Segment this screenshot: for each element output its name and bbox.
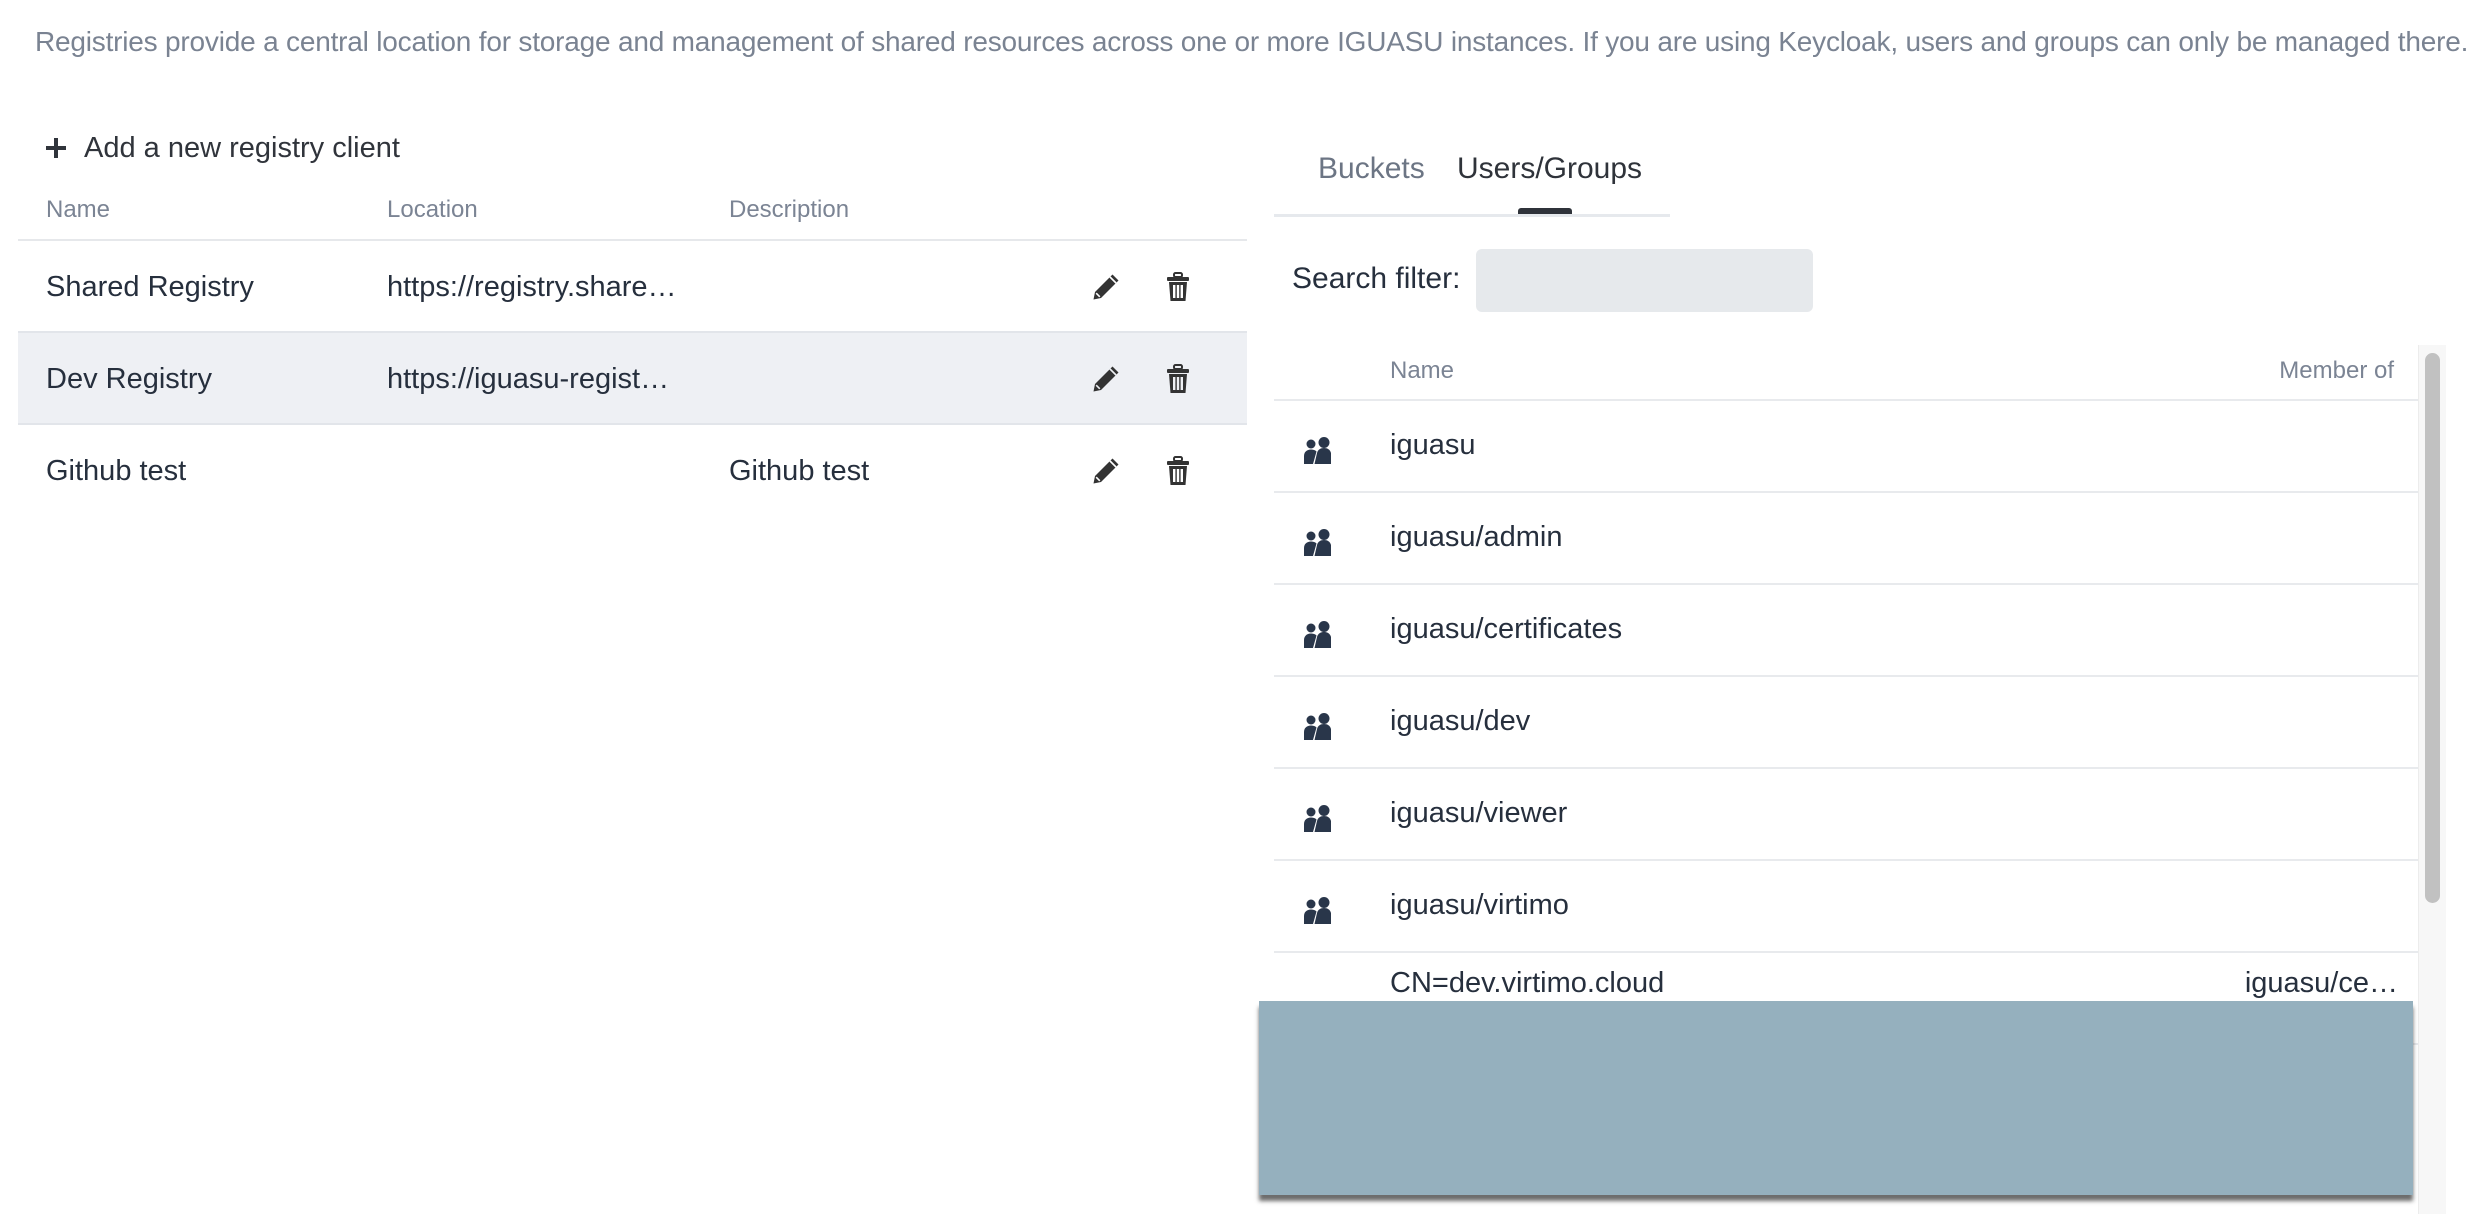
pencil-icon xyxy=(1093,274,1119,300)
pencil-icon xyxy=(1093,458,1119,484)
tab-users-groups[interactable]: Users/Groups xyxy=(1457,152,1642,186)
edit-registry-button[interactable] xyxy=(1090,455,1122,487)
add-registry-client-button[interactable]: Add a new registry client xyxy=(40,127,400,169)
group-name: iguasu xyxy=(1390,429,1476,461)
group-icon xyxy=(1302,804,1334,832)
group-icon xyxy=(1302,436,1334,464)
search-filter-input[interactable] xyxy=(1476,249,1813,312)
registry-table-header: Name Location Description xyxy=(18,192,1247,241)
intro-description: Registries provide a central location fo… xyxy=(35,26,2469,57)
registry-name: Dev Registry xyxy=(46,363,212,395)
column-header-name[interactable]: Name xyxy=(1390,357,1454,385)
group-icon xyxy=(1302,896,1334,924)
search-filter-label: Search filter: xyxy=(1292,262,1461,295)
column-header-location[interactable]: Location xyxy=(387,196,478,224)
users-table-header: Name Member of xyxy=(1274,349,2418,401)
group-icon xyxy=(1302,528,1334,556)
group-name: iguasu/dev xyxy=(1390,705,1531,737)
column-header-description[interactable]: Description xyxy=(729,196,849,224)
delete-registry-button[interactable] xyxy=(1162,455,1194,487)
redacted-overlay-panel xyxy=(1259,1001,2413,1195)
registry-name: Shared Registry xyxy=(46,271,254,303)
registry-location: https://iguasu-registr… xyxy=(387,363,677,395)
registry-description: Github test xyxy=(729,455,870,487)
group-icon xyxy=(1302,712,1334,740)
plus-icon xyxy=(40,133,70,163)
registry-row[interactable]: Github test Github test xyxy=(18,425,1247,517)
group-name: iguasu/admin xyxy=(1390,521,1563,553)
column-header-name[interactable]: Name xyxy=(46,196,110,224)
pencil-icon xyxy=(1093,366,1119,392)
column-header-member-of[interactable]: Member of xyxy=(2279,357,2394,385)
group-name: iguasu/certificates xyxy=(1390,613,1623,645)
registry-name: Github test xyxy=(46,455,187,487)
group-name: iguasu/virtimo xyxy=(1390,889,1569,921)
add-registry-client-label: Add a new registry client xyxy=(84,131,400,164)
tab-buckets[interactable]: Buckets xyxy=(1318,152,1425,186)
trash-icon xyxy=(1167,364,1189,393)
registry-location: https://registry.share… xyxy=(387,271,677,303)
group-row[interactable]: iguasu xyxy=(1274,401,2418,493)
delete-registry-button[interactable] xyxy=(1162,363,1194,395)
delete-registry-button[interactable] xyxy=(1162,271,1194,303)
trash-icon xyxy=(1167,456,1189,485)
group-icon xyxy=(1302,620,1334,648)
registry-location xyxy=(387,425,677,517)
registry-row[interactable]: Dev Registry https://iguasu-registr… xyxy=(18,333,1247,425)
active-tab-indicator xyxy=(1518,208,1572,214)
trash-icon xyxy=(1167,272,1189,301)
registry-clients-table: Name Location Description Shared Registr… xyxy=(18,192,1247,517)
registry-detail-tabs: Buckets Users/Groups xyxy=(1274,140,1670,217)
scrollbar-thumb[interactable] xyxy=(2425,353,2440,903)
group-row[interactable]: iguasu/admin xyxy=(1274,493,2418,585)
group-row[interactable]: iguasu/dev xyxy=(1274,677,2418,769)
edit-registry-button[interactable] xyxy=(1090,363,1122,395)
group-row[interactable]: iguasu/certificates xyxy=(1274,585,2418,677)
group-row[interactable]: iguasu/viewer xyxy=(1274,769,2418,861)
group-name: iguasu/viewer xyxy=(1390,797,1568,829)
group-row[interactable]: iguasu/virtimo xyxy=(1274,861,2418,953)
registry-row[interactable]: Shared Registry https://registry.share… xyxy=(18,241,1247,333)
edit-registry-button[interactable] xyxy=(1090,271,1122,303)
